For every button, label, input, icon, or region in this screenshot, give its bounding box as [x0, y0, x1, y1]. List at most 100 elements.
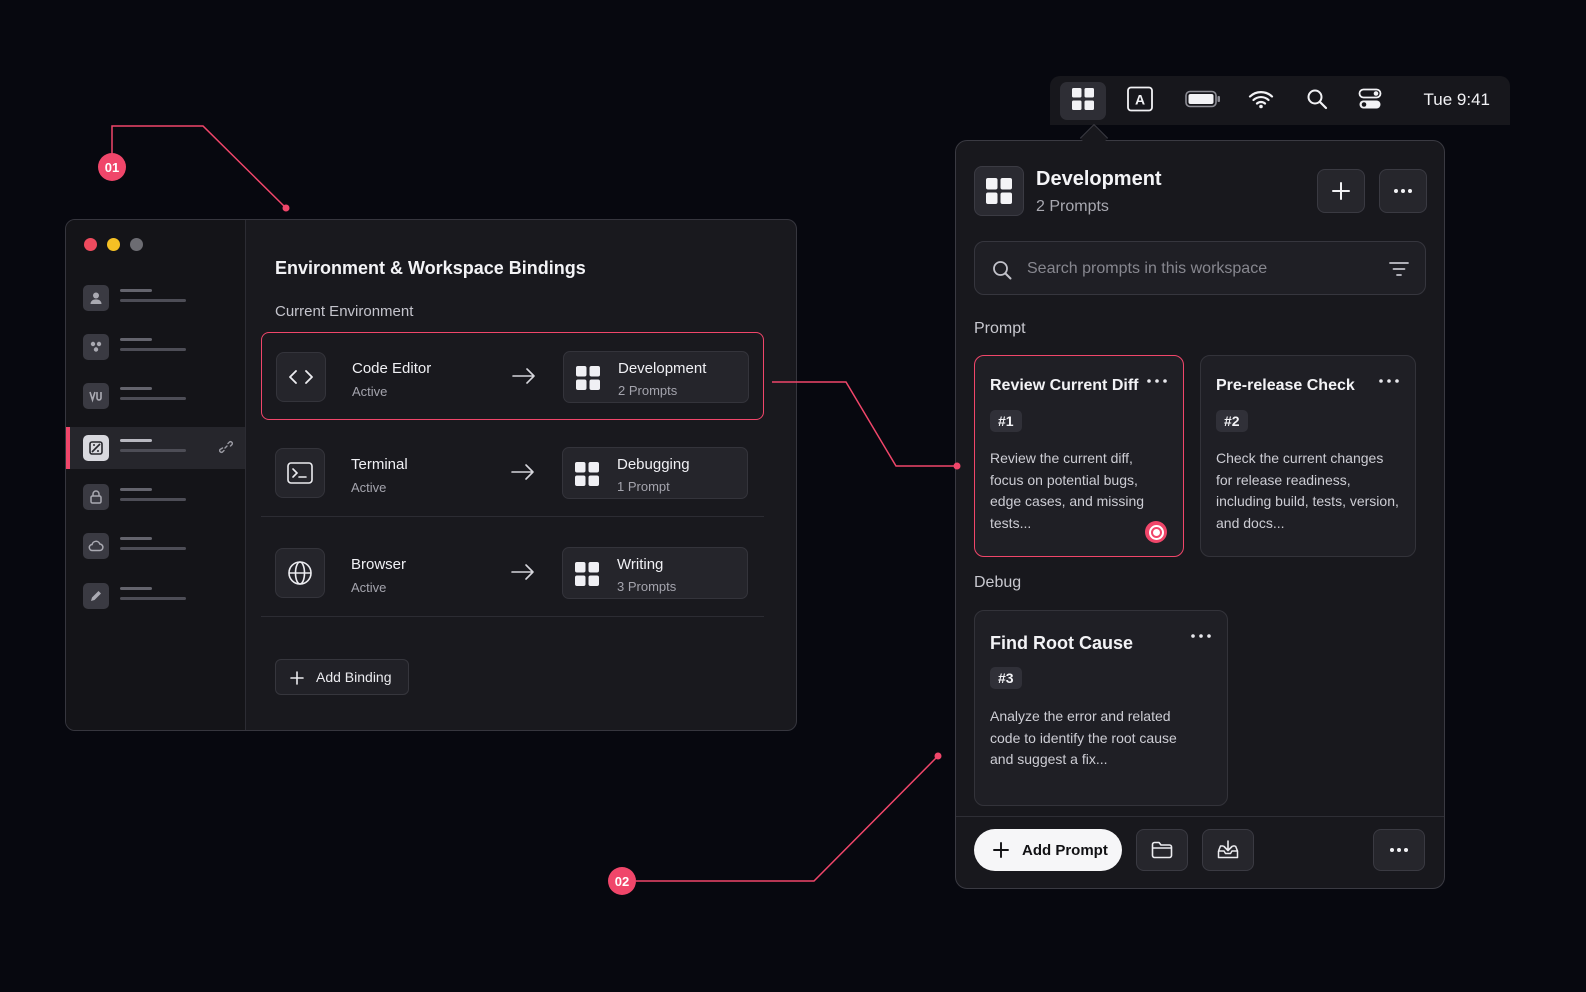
prompt-card-pre-release-check[interactable]: Pre-release Check #2 Check the current c… — [1200, 355, 1416, 557]
prompt-card-description: Review the current diff, focus on potent… — [990, 450, 1145, 531]
group-label-prompt: Prompt — [974, 320, 1026, 337]
prompt-search — [974, 241, 1426, 295]
close-window-button[interactable] — [84, 238, 97, 251]
sidebar-item-placeholder — [120, 289, 186, 302]
menubar-input-button[interactable]: A — [1125, 86, 1155, 117]
page-title: Environment & Workspace Bindings — [275, 258, 586, 278]
menubar-search-button[interactable] — [1305, 88, 1329, 114]
add-binding-label: Add Binding — [316, 669, 392, 685]
menubar-battery-button[interactable] — [1184, 88, 1222, 114]
sidebar-item-placeholder — [120, 537, 186, 550]
binding-app-name: Terminal — [351, 456, 408, 473]
sidebar-item-cloud[interactable] — [66, 525, 245, 567]
workspace-prompt-count: 2 Prompts — [1036, 198, 1109, 215]
binding-workspace-development[interactable]: Development 2 Prompts — [563, 351, 749, 403]
folder-icon — [1151, 841, 1173, 859]
import-tray-icon — [1217, 840, 1239, 859]
add-binding-button[interactable]: Add Binding — [275, 659, 409, 695]
sidebar-item-placeholder — [120, 387, 186, 400]
import-button[interactable] — [1202, 829, 1254, 871]
globe-icon — [275, 548, 325, 598]
minimize-window-button[interactable] — [107, 238, 120, 251]
keyboard-input-icon: A — [1126, 86, 1154, 117]
workspace-more-button[interactable] — [1379, 169, 1427, 213]
menubar-wifi-button[interactable] — [1247, 88, 1275, 114]
binding-row-terminal[interactable]: Terminal Active Debugging 1 Prompt — [261, 429, 764, 517]
pen-icon — [83, 583, 109, 609]
more-horizontal-icon[interactable] — [1377, 374, 1401, 388]
prompt-card-tag: #2 — [1216, 410, 1248, 432]
menubar-workspace-button[interactable] — [1060, 82, 1106, 120]
sidebar-item-placeholder — [120, 488, 186, 501]
binding-icon — [83, 435, 109, 461]
open-folder-button[interactable] — [1136, 829, 1188, 871]
wifi-icon — [1248, 89, 1274, 114]
prompts-panel: Development 2 Prompts Prompt Review Curr… — [955, 140, 1445, 889]
binding-workspace-name: Writing — [617, 556, 664, 573]
workspace-grid-icon — [1072, 87, 1094, 115]
add-prompt-button[interactable]: Add Prompt — [974, 829, 1122, 871]
prompt-card-description: Analyze the error and related code to id… — [990, 708, 1177, 767]
prompt-card-title: Find Root Cause — [990, 633, 1133, 653]
window-content: Environment & Workspace Bindings Current… — [261, 220, 796, 730]
more-horizontal-icon[interactable] — [1145, 374, 1169, 388]
prompt-card-review-current-diff[interactable]: Review Current Diff #1 Review the curren… — [974, 355, 1184, 557]
workspace-grid-icon — [575, 462, 599, 491]
prompt-card-title: Pre-release Check — [1216, 377, 1355, 394]
binding-workspace-debugging[interactable]: Debugging 1 Prompt — [562, 447, 748, 499]
menubar-clock[interactable]: Tue 9:41 — [1424, 90, 1490, 110]
zoom-window-button[interactable] — [130, 238, 143, 251]
arrow-right-icon — [512, 366, 536, 391]
filter-icon[interactable] — [1389, 261, 1409, 277]
sidebar-item-vu[interactable] — [66, 375, 245, 417]
connector-01-dot — [282, 204, 290, 212]
window-controls — [84, 238, 143, 251]
control-center-icon — [1358, 88, 1382, 115]
more-horizontal-icon — [1394, 189, 1412, 193]
binding-workspace-name: Development — [618, 360, 707, 377]
sidebar-item-placeholder — [120, 587, 186, 600]
connector-02-dot — [934, 752, 942, 760]
prompt-card-tag: #3 — [990, 667, 1022, 689]
sidebar-item-placeholder — [120, 439, 186, 452]
stage: 01 02 Environment & Workspace Bindings C… — [0, 0, 1586, 992]
prompt-card-title: Review Current Diff — [990, 377, 1139, 394]
code-icon — [276, 352, 326, 402]
bindings-window: Environment & Workspace Bindings Current… — [65, 219, 797, 731]
workspace-grid-icon — [576, 366, 600, 395]
step-badge-01: 01 — [98, 153, 126, 181]
plus-icon — [1332, 182, 1350, 200]
menu-bar: A Tue 9:41 — [1050, 76, 1510, 125]
add-prompt-label: Add Prompt — [1022, 841, 1108, 859]
binding-app-name: Code Editor — [352, 360, 432, 377]
sidebar-item-team[interactable] — [66, 326, 245, 368]
prompt-card-find-root-cause[interactable]: Find Root Cause #3 Analyze the error and… — [974, 610, 1228, 806]
more-horizontal-icon[interactable] — [1189, 629, 1213, 643]
binding-workspace-writing[interactable]: Writing 3 Prompts — [562, 547, 748, 599]
battery-icon — [1185, 90, 1221, 113]
connector-01 — [111, 125, 287, 209]
binding-app-status: Active — [351, 580, 387, 595]
group-label-debug: Debug — [974, 574, 1022, 591]
footer-more-button[interactable] — [1373, 829, 1425, 871]
binding-app-name: Browser — [351, 556, 407, 573]
panel-footer: Add Prompt — [956, 816, 1444, 888]
binding-row-code-editor[interactable]: Code Editor Active Development 2 Prompts — [261, 332, 764, 420]
menubar-control-center-button[interactable] — [1357, 88, 1383, 114]
connector-binding — [772, 381, 957, 467]
search-input[interactable] — [1027, 254, 1367, 284]
binding-workspace-count: 2 Prompts — [618, 383, 678, 398]
sidebar-item-pen[interactable] — [66, 575, 245, 617]
prompt-card-description: Check the current changes for release re… — [1216, 450, 1399, 531]
section-label: Current Environment — [275, 303, 414, 320]
selected-radio-icon[interactable] — [1145, 521, 1167, 543]
binding-row-browser[interactable]: Browser Active Writing 3 Prompts — [261, 529, 764, 617]
terminal-icon — [275, 448, 325, 498]
sidebar-item-bindings[interactable] — [66, 427, 245, 469]
team-icon — [83, 334, 109, 360]
sidebar-item-lock[interactable] — [66, 476, 245, 518]
sidebar-item-profile[interactable] — [66, 277, 245, 319]
new-prompt-button[interactable] — [1317, 169, 1365, 213]
user-icon — [83, 285, 109, 311]
prompt-card-tag: #1 — [990, 410, 1022, 432]
